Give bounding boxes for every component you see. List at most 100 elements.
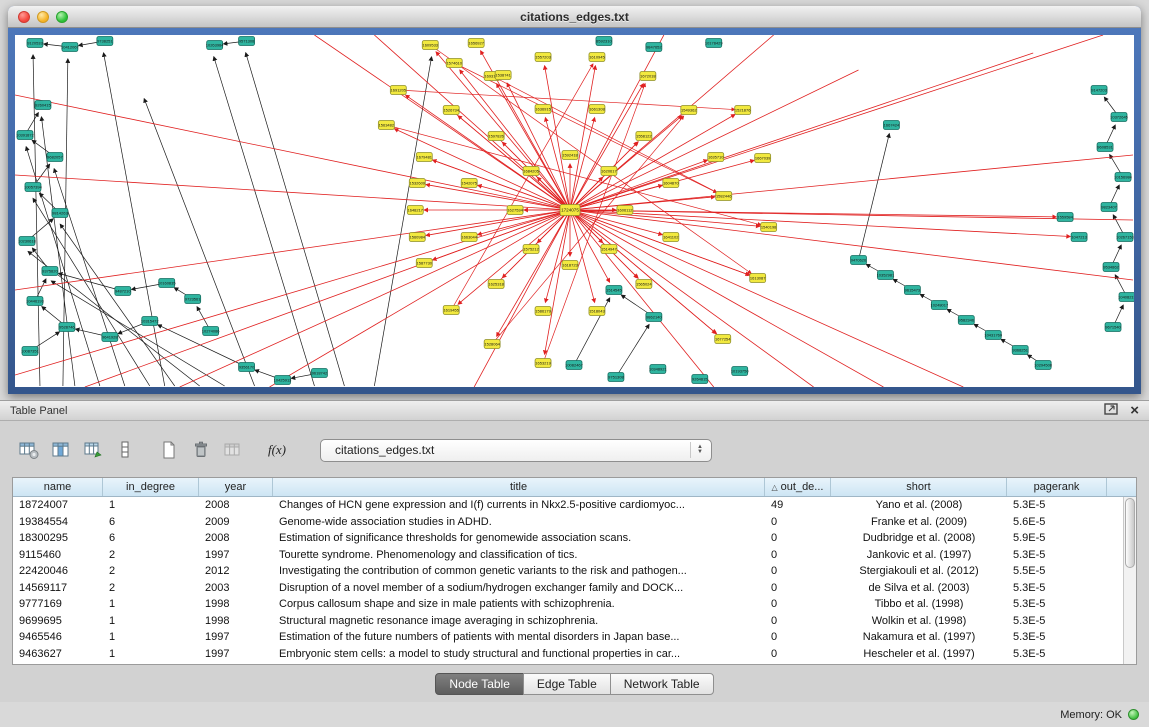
graph-node[interactable]: 1661308 (589, 105, 606, 114)
new-table-button[interactable] (154, 435, 184, 465)
graph-node[interactable]: 1684205 (523, 167, 540, 176)
graph-node[interactable]: 10431760 (984, 331, 1002, 340)
graph-node[interactable]: 9147203 (1091, 86, 1108, 95)
graph-node[interactable]: 9615473 (904, 286, 921, 295)
graph-node[interactable]: 10315472 (141, 317, 159, 326)
graph-node[interactable]: 10057394 (24, 183, 42, 192)
graph-node[interactable]: 9356170 (239, 363, 256, 372)
graph-node[interactable]: 10408219 (1118, 293, 1134, 302)
graph-node[interactable]: 1677254 (715, 335, 732, 344)
graph-node[interactable]: 1618723 (562, 261, 579, 270)
graph-node[interactable]: 1641102 (663, 233, 679, 242)
graph-node[interactable]: 10391872 (16, 131, 34, 140)
graph-node[interactable]: 1635710 (708, 153, 725, 162)
graph-node[interactable]: 10178429 (705, 39, 723, 48)
graph-node[interactable]: 10412067 (61, 43, 79, 52)
table-row[interactable]: 1456911722003Disruption of a novel membe… (13, 580, 1136, 597)
graph-node[interactable]: 10294508 (1034, 361, 1052, 370)
graph-node[interactable]: 1636915 (535, 105, 552, 114)
graph-node[interactable]: 9260415 (35, 101, 52, 110)
graph-node[interactable]: 9814263 (52, 209, 69, 218)
column-header-out_degree[interactable]: △out_de... (765, 478, 831, 496)
graph-node[interactable]: 1620617 (601, 167, 618, 176)
graph-node[interactable]: 10446193 (26, 297, 44, 306)
graph-node[interactable]: 1047213 (1071, 233, 1088, 242)
tab-edge-table[interactable]: Edge Table (523, 673, 611, 695)
graph-node[interactable]: 10274086 (202, 327, 220, 336)
graph-node[interactable]: 1653219 (535, 359, 552, 368)
graph-node[interactable]: 1613087 (750, 274, 767, 283)
graph-node[interactable]: 9534862 (1103, 263, 1120, 272)
delete-table-button[interactable] (186, 435, 216, 465)
tab-node-table[interactable]: Node Table (435, 673, 524, 695)
graph-node[interactable]: 10425913 (274, 376, 292, 385)
show-column-button[interactable] (46, 435, 76, 465)
graph-node[interactable]: 1667039 (755, 154, 772, 163)
graph-node[interactable]: 10160835 (158, 279, 176, 288)
graph-node[interactable]: 1667424 (883, 121, 900, 130)
graph-node[interactable]: 1532609 (409, 179, 426, 188)
graph-node[interactable]: 1592418 (562, 151, 579, 160)
graph-node[interactable]: 9738251 (97, 37, 114, 46)
table-row[interactable]: 1830029562008Estimation of significance … (13, 530, 1136, 547)
graph-node[interactable]: 1538741 (495, 71, 512, 80)
create-column-button[interactable] (78, 435, 108, 465)
graph-node[interactable]: 1540198 (761, 223, 778, 232)
graph-node[interactable]: 8592310 (596, 37, 613, 46)
graph-node[interactable]: 1663044 (461, 233, 478, 242)
graph-node[interactable]: 1514545 (606, 286, 623, 295)
graph-node[interactable]: 1526734 (443, 106, 460, 115)
graph-node[interactable]: 10267153 (1116, 233, 1134, 242)
graph-node[interactable]: 10230618 (18, 237, 36, 246)
table-row[interactable]: 969969511998Structural magnetic resonanc… (13, 613, 1136, 630)
graph-hub-node[interactable]: 1724075 (560, 205, 580, 216)
graph-node[interactable]: 1557203 (535, 53, 552, 62)
graph-node[interactable]: 1606112 (617, 206, 633, 215)
graph-node[interactable]: 10352981 (877, 271, 895, 280)
graph-node[interactable]: 10263984 (206, 41, 224, 50)
float-panel-button[interactable] (1104, 402, 1118, 420)
graph-node[interactable]: 1619455 (443, 306, 460, 315)
column-header-year[interactable]: year (199, 478, 273, 496)
graph-node[interactable]: 10372645 (1110, 113, 1128, 122)
graph-node[interactable]: 9487210 (115, 287, 132, 296)
graph-node[interactable]: 1542075 (461, 179, 478, 188)
minimize-button[interactable] (37, 11, 49, 23)
graph-node[interactable]: 9264815 (692, 375, 709, 384)
graph-node[interactable]: 1582446 (716, 192, 733, 201)
close-button[interactable] (18, 11, 30, 23)
table-row[interactable]: 977716911998Corpus callosum shape and si… (13, 596, 1136, 613)
graph-node[interactable]: 1558122 (636, 132, 653, 141)
graph-node[interactable]: 1563482 (378, 121, 395, 130)
graph-node[interactable]: 9723561 (185, 295, 202, 304)
graph-node[interactable]: 1625318 (488, 280, 505, 289)
graph-node[interactable]: 9528746 (59, 323, 76, 332)
graph-node[interactable]: 1521876 (735, 106, 752, 115)
graph-node[interactable]: 9671540 (1105, 323, 1122, 332)
graph-node[interactable]: 9862140 (646, 313, 663, 322)
graph-node[interactable]: 9571308 (239, 37, 256, 46)
graph-node[interactable]: 1610945 (589, 53, 606, 62)
graph-node[interactable]: 1528064 (484, 340, 501, 349)
graph-node[interactable]: 1656927 (468, 39, 485, 48)
graph-node[interactable]: 1627534 (507, 206, 524, 215)
graph-node[interactable]: 9582346 (958, 316, 975, 325)
graph-node[interactable]: 9641928 (102, 333, 119, 342)
graph-node[interactable]: 1691205 (390, 86, 407, 95)
graph-node[interactable]: 1560984 (409, 233, 426, 242)
graph-node[interactable]: 9751308 (608, 373, 625, 382)
graph-node[interactable]: 9682057 (47, 153, 64, 162)
close-panel-button[interactable]: × (1130, 403, 1139, 418)
table-row[interactable]: 1872400712008Changes of HCN gene express… (13, 497, 1136, 514)
graph-node[interactable]: 1679481 (416, 153, 433, 162)
graph-node[interactable]: 1672018 (640, 72, 657, 81)
table-mode-button[interactable] (14, 435, 44, 465)
graph-node[interactable]: 1586179 (535, 307, 552, 316)
scrollbar-thumb[interactable] (1125, 498, 1135, 568)
table-row[interactable]: 946554611997Estimation of the future num… (13, 629, 1136, 646)
graph-node[interactable]: 1565024 (636, 280, 653, 289)
graph-node[interactable]: 1574610 (446, 59, 463, 68)
graph-node[interactable]: 1514947 (601, 245, 618, 254)
graph-node[interactable]: 9375820 (42, 267, 59, 276)
column-header-short[interactable]: short (831, 478, 1007, 496)
